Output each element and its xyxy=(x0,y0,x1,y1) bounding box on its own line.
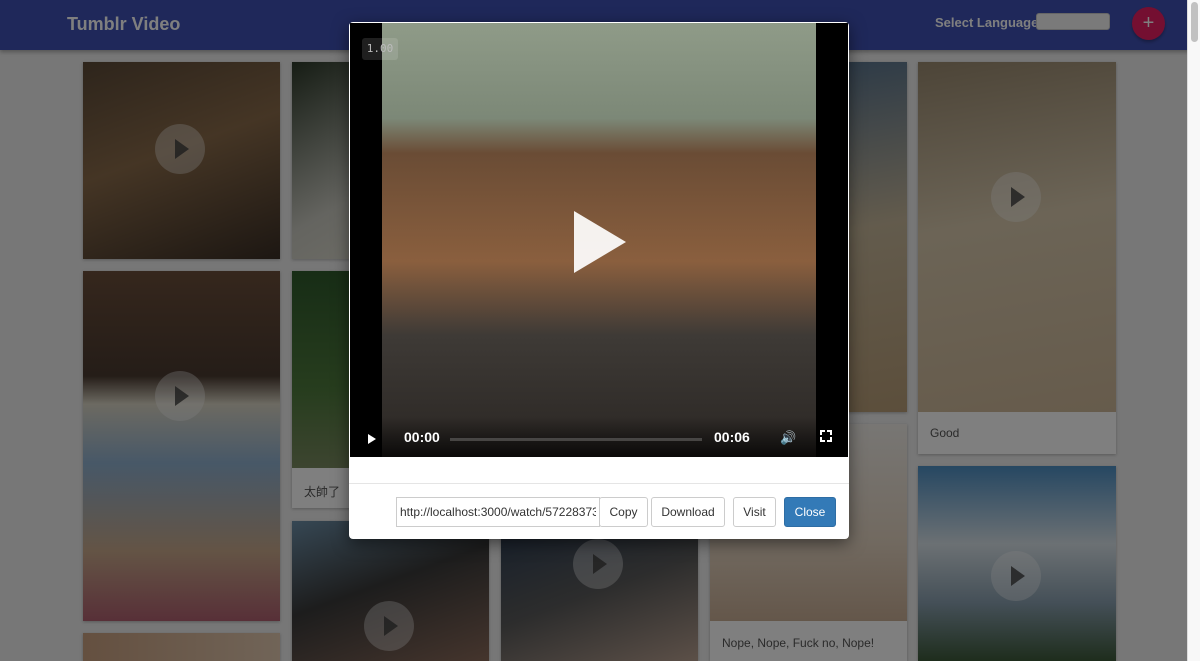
visit-button[interactable]: Visit xyxy=(733,497,776,527)
big-play-icon[interactable] xyxy=(574,211,626,273)
current-time: 00:00 xyxy=(404,429,440,445)
video-modal: 1.00 00:00 00:06 🔊 Copy Download Visit C… xyxy=(349,22,849,539)
modal-footer: Copy Download Visit Close xyxy=(349,483,849,539)
video-url-input[interactable] xyxy=(396,497,600,527)
fullscreen-icon[interactable] xyxy=(820,430,832,442)
close-button[interactable]: Close xyxy=(784,497,836,527)
download-button[interactable]: Download xyxy=(651,497,725,527)
volume-icon[interactable]: 🔊 xyxy=(780,430,796,446)
play-icon[interactable] xyxy=(368,434,376,444)
video-player[interactable]: 1.00 00:00 00:06 🔊 xyxy=(350,23,848,457)
copy-button[interactable]: Copy xyxy=(599,497,648,527)
playback-speed-badge[interactable]: 1.00 xyxy=(362,38,398,60)
duration-time: 00:06 xyxy=(714,429,750,445)
seek-bar[interactable] xyxy=(450,438,702,441)
page-scrollbar[interactable] xyxy=(1187,0,1200,661)
video-controls: 00:00 00:06 🔊 xyxy=(350,417,848,457)
scrollbar-thumb[interactable] xyxy=(1191,2,1198,42)
